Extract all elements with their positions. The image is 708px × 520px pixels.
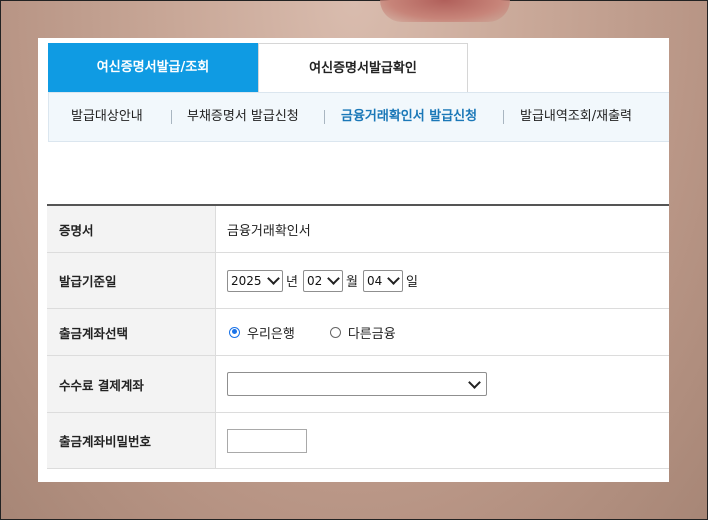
subnav-item-debt-certificate[interactable]: 부채증명서 발급신청 [187,93,299,141]
year-value: 2025 [231,273,262,288]
field-label: 출금계좌선택 [47,309,216,355]
fee-account-control [217,356,669,412]
radio-woori-bank[interactable] [229,326,240,338]
password-control [217,413,669,468]
month-select[interactable]: 02 [302,269,343,292]
password-input[interactable] [227,428,307,453]
month-unit: 월 [345,275,358,290]
form-row-password: 출금계좌비밀번호 [47,413,669,469]
issue-date-controls: 2025 년 02 월 04 일 [217,253,669,308]
field-label: 출금계좌비밀번호 [47,413,216,468]
subnav-item-financial-confirmation[interactable]: 금융거래확인서 발급신청 [341,93,477,141]
day-unit: 일 [405,275,418,290]
subnav-divider [171,110,172,124]
field-label: 발급기준일 [47,253,216,308]
month-value: 02 [306,273,323,288]
year-unit: 년 [286,275,298,290]
form-row-withdraw-account: 출금계좌선택 우리은행 다른금융 [47,309,669,356]
certificate-value: 금융거래확인서 [227,223,311,239]
application-form: 증명서 금융거래확인서 발급기준일 2025 년 02 월 04 일 출금계좌선… [47,204,669,469]
fee-account-select[interactable] [227,372,487,396]
day-select[interactable]: 04 [362,269,403,292]
certificate-panel: 여신증명서발급/조회 여신증명서발급확인 발급대상안내 부채증명서 발급신청 금… [38,38,669,482]
subnav-item-history[interactable]: 발급내역조회/재출력 [520,93,632,141]
subnav-item-guide[interactable]: 발급대상안내 [71,93,143,141]
chevron-down-icon [327,272,340,285]
radio-label-other-bank[interactable]: 다른금융 [348,323,396,342]
chevron-down-icon [387,272,400,285]
tab-certificate-verify[interactable]: 여신증명서발급확인 [258,43,468,92]
form-row-certificate: 증명서 금융거래확인서 [47,206,669,253]
field-label: 증명서 [47,206,216,252]
day-value: 04 [366,273,383,288]
subnav-divider [324,110,325,124]
field-label: 수수료 결제계좌 [47,356,216,412]
chevron-down-icon [468,375,481,389]
sub-navigation: 발급대상안내 부채증명서 발급신청 금융거래확인서 발급신청 발급내역조회/재출… [48,92,669,142]
subnav-divider [503,110,504,124]
tab-certificate-issue[interactable]: 여신증명서발급/조회 [48,43,258,92]
radio-label-woori-bank[interactable]: 우리은행 [247,323,295,342]
main-tabs: 여신증명서발급/조회 여신증명서발급확인 [48,43,669,92]
form-row-issue-date: 발급기준일 2025 년 02 월 04 일 [47,253,669,309]
year-select[interactable]: 2025 [227,269,283,292]
form-row-fee-account: 수수료 결제계좌 [47,356,669,413]
radio-other-bank[interactable] [329,326,341,338]
chevron-down-icon [267,272,280,285]
background-photo-detail [380,0,510,22]
withdraw-account-options: 우리은행 다른금융 [217,309,669,355]
